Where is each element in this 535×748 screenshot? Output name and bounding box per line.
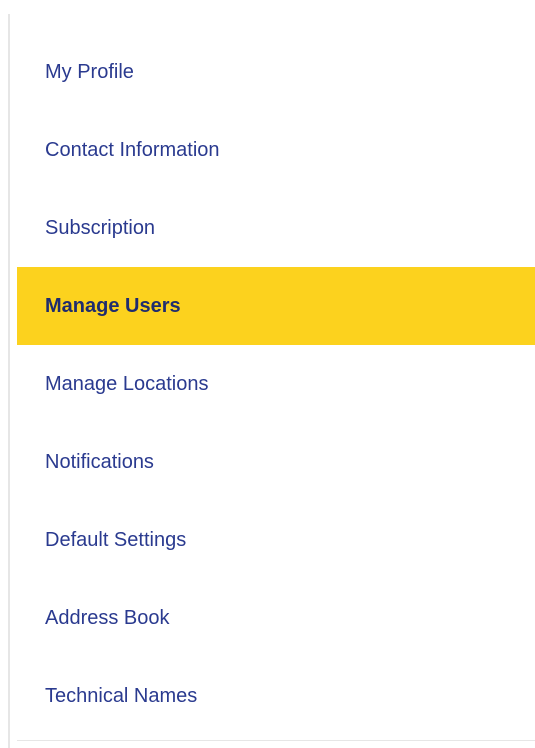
sidebar-item-subscription[interactable]: Subscription: [17, 189, 535, 267]
sidebar-bottom-divider: [17, 740, 535, 741]
sidebar-left-border: [8, 14, 10, 748]
sidebar-item-default-settings[interactable]: Default Settings: [17, 501, 535, 579]
sidebar-item-label: Manage Users: [45, 295, 181, 317]
sidebar-item-my-profile[interactable]: My Profile: [17, 33, 535, 111]
sidebar-menu: My Profile Contact Information Subscript…: [17, 33, 535, 735]
sidebar-item-label: Contact Information: [45, 139, 220, 161]
sidebar-item-manage-locations[interactable]: Manage Locations: [17, 345, 535, 423]
sidebar-item-label: Default Settings: [45, 529, 187, 551]
sidebar-item-label: Address Book: [45, 607, 170, 629]
sidebar-item-notifications[interactable]: Notifications: [17, 423, 535, 501]
sidebar-item-label: Technical Names: [45, 685, 198, 707]
sidebar-item-technical-names[interactable]: Technical Names: [17, 657, 535, 735]
sidebar-item-contact-information[interactable]: Contact Information: [17, 111, 535, 189]
sidebar-item-label: Manage Locations: [45, 373, 209, 395]
sidebar-item-label: My Profile: [45, 61, 134, 83]
account-sidebar-nav: My Profile Contact Information Subscript…: [0, 0, 535, 748]
sidebar-item-label: Notifications: [45, 451, 154, 473]
sidebar-item-manage-users[interactable]: Manage Users: [17, 267, 535, 345]
sidebar-item-address-book[interactable]: Address Book: [17, 579, 535, 657]
sidebar-item-label: Subscription: [45, 217, 156, 239]
